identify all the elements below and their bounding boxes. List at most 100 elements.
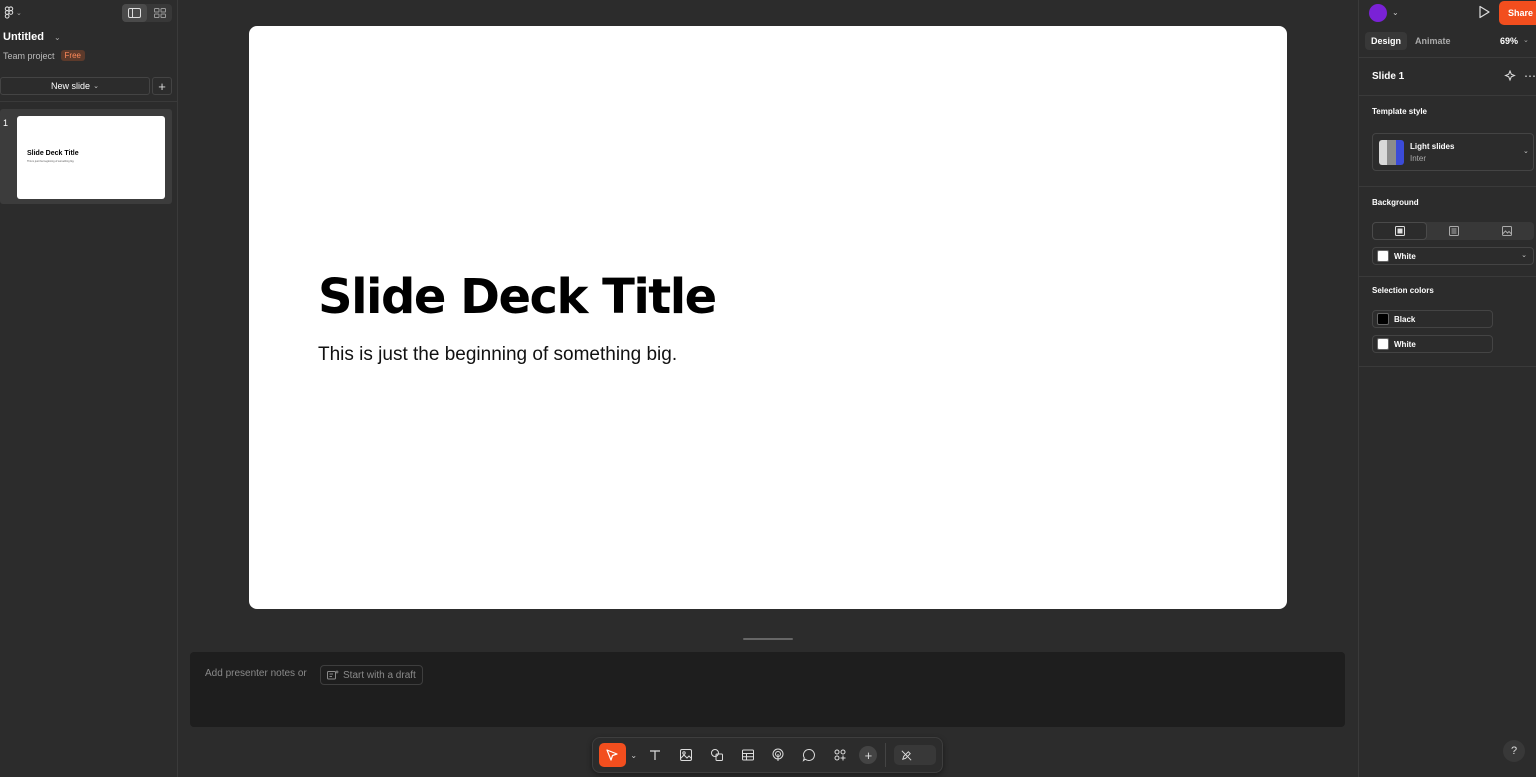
tab-design[interactable]: Design	[1365, 32, 1408, 50]
shapes-icon	[710, 749, 723, 761]
table-tool-button[interactable]	[734, 743, 761, 767]
components-icon	[834, 749, 846, 761]
background-type-tabs	[1372, 222, 1534, 240]
color-swatch	[1377, 338, 1389, 350]
file-title-text: Untitled	[3, 31, 44, 43]
background-label: Background	[1372, 198, 1419, 207]
table-icon	[741, 749, 754, 761]
image-fill-icon[interactable]	[1481, 222, 1534, 240]
slide-thumbnail[interactable]: Slide Deck Title This is just the beginn…	[17, 116, 165, 199]
tab-animate[interactable]: Animate	[1409, 32, 1457, 50]
components-tool-button[interactable]	[827, 743, 854, 767]
add-slide-button[interactable]: +	[152, 77, 172, 95]
color-swatch	[1377, 313, 1389, 325]
interactive-tool-button[interactable]	[765, 743, 792, 767]
new-slide-button[interactable]: New slide ⌄	[0, 77, 150, 95]
right-panel: ⌄ Share Design Animate 69% ⌄ Slide 1 ⋯ T…	[1358, 0, 1536, 777]
text-tool-button[interactable]	[642, 743, 669, 767]
file-title[interactable]: Untitled ⌄	[3, 31, 61, 43]
plan-badge[interactable]: Free	[60, 50, 85, 61]
chevron-down-icon: ⌄	[1523, 37, 1529, 44]
cursor-icon	[606, 749, 619, 761]
help-button[interactable]: ?	[1503, 740, 1525, 762]
plus-icon: +	[158, 78, 166, 94]
selection-colors-label: Selection colors	[1372, 286, 1434, 295]
view-toggle	[122, 4, 172, 22]
presenter-notes[interactable]: Add presenter notes or Start with a draf…	[190, 652, 1345, 727]
selection-color-black[interactable]: Black	[1372, 310, 1493, 328]
divider	[1359, 95, 1536, 96]
divider	[1359, 57, 1536, 58]
zoom-control[interactable]: 69% ⌄	[1500, 36, 1529, 46]
slide-name[interactable]: Slide 1	[1372, 71, 1404, 82]
selection-color-white[interactable]: White	[1372, 335, 1493, 353]
chevron-down-icon: ⌄	[53, 32, 61, 42]
selection-color-name: White	[1394, 339, 1416, 349]
background-color-name: White	[1394, 251, 1416, 261]
ai-draft-icon	[327, 670, 339, 680]
shapes-tool-button[interactable]	[703, 743, 730, 767]
sparkle-edit-icon[interactable]	[1504, 70, 1516, 82]
image-icon	[679, 749, 692, 761]
chevron-down-icon: ⌄	[1521, 252, 1527, 259]
slide-number: 1	[3, 118, 9, 128]
template-name: Light slides	[1410, 142, 1455, 151]
template-font: Inter	[1410, 154, 1427, 163]
slide-subtitle[interactable]: This is just the beginning of something …	[318, 344, 677, 366]
chevron-down-icon: ⌄	[1523, 148, 1529, 155]
bottom-toolbar: ⌄ +	[592, 737, 943, 773]
chevron-down-icon[interactable]: ⌄	[630, 751, 638, 760]
pen-off-icon	[901, 750, 912, 760]
dev-mode-toggle[interactable]	[894, 745, 937, 765]
slide-title[interactable]: Slide Deck Title	[318, 269, 717, 325]
grid-view-icon[interactable]	[147, 4, 172, 22]
template-style-label: Template style	[1372, 107, 1427, 116]
divider	[0, 101, 178, 102]
template-swatch	[1379, 140, 1404, 165]
sidebar-view-icon[interactable]	[122, 4, 147, 22]
divider	[1359, 366, 1536, 367]
figma-logo-icon	[4, 6, 14, 19]
share-button[interactable]: Share	[1499, 1, 1536, 25]
notes-resize-handle[interactable]	[743, 638, 793, 640]
template-style-select[interactable]: Light slides Inter ⌄	[1372, 133, 1534, 171]
chevron-down-icon[interactable]: ⌄	[1392, 8, 1399, 17]
selection-color-name: Black	[1394, 314, 1416, 324]
start-draft-button[interactable]: Start with a draft	[320, 665, 423, 685]
divider	[1359, 276, 1536, 277]
image-tool-button[interactable]	[673, 743, 700, 767]
slide-actions: ⋯	[1504, 69, 1536, 83]
user-avatar[interactable]	[1369, 4, 1387, 22]
more-options-icon[interactable]: ⋯	[1524, 69, 1536, 83]
text-icon	[650, 750, 661, 760]
chevron-down-icon: ⌄	[16, 9, 22, 17]
toolbar-divider	[885, 743, 887, 767]
slide-thumbnail-row[interactable]: 1 Slide Deck Title This is just the begi…	[0, 109, 172, 204]
zoom-level: 69%	[1500, 36, 1519, 46]
solid-fill-icon[interactable]	[1372, 222, 1428, 240]
draft-button-label: Start with a draft	[343, 669, 416, 681]
add-tool-button[interactable]: +	[859, 746, 878, 764]
new-slide-label: New slide	[51, 81, 91, 91]
left-sidebar: ⌄ Untitled ⌄ Team project Free New slide…	[0, 0, 178, 777]
project-name[interactable]: Team project	[3, 51, 55, 61]
color-swatch	[1377, 250, 1389, 262]
plus-icon: +	[864, 747, 873, 763]
background-color-select[interactable]: White ⌄	[1372, 247, 1534, 265]
touch-icon	[772, 748, 784, 761]
chevron-down-icon: ⌄	[93, 83, 99, 90]
present-play-icon[interactable]	[1477, 5, 1491, 19]
divider	[1359, 186, 1536, 187]
main-menu-button[interactable]: ⌄	[4, 6, 22, 19]
move-tool-button[interactable]	[599, 743, 626, 767]
comment-tool-button[interactable]	[796, 743, 823, 767]
project-row: Team project Free	[3, 50, 85, 61]
thumbnail-title: Slide Deck Title	[27, 150, 79, 157]
notes-placeholder[interactable]: Add presenter notes or	[205, 668, 307, 679]
panel-tabs: Design Animate	[1365, 32, 1457, 50]
new-slide-row: New slide ⌄ +	[0, 77, 172, 95]
thumbnail-subtitle: This is just the beginning of something …	[27, 160, 75, 163]
slide-canvas[interactable]: Slide Deck Title This is just the beginn…	[249, 26, 1287, 609]
gradient-fill-icon[interactable]	[1427, 222, 1480, 240]
comment-icon	[802, 748, 816, 762]
